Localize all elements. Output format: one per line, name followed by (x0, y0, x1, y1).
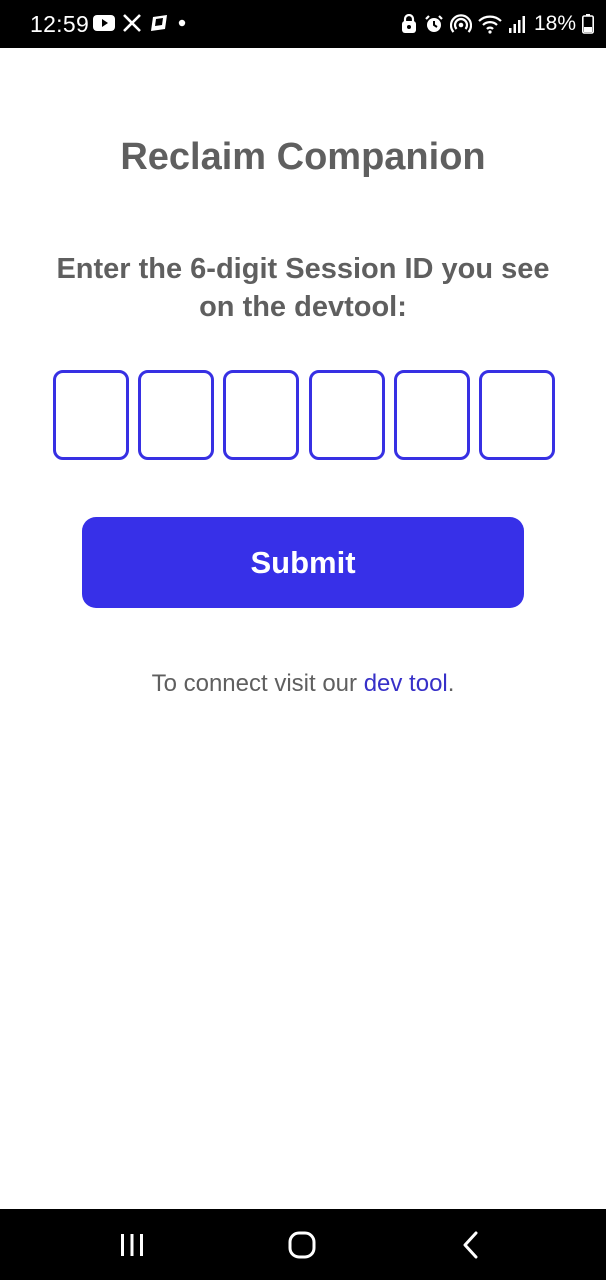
navigation-bar (0, 1209, 606, 1280)
session-id-digit-3[interactable] (223, 370, 299, 460)
session-id-digit-4[interactable] (309, 370, 385, 460)
lock-icon (400, 14, 418, 34)
youtube-icon (93, 15, 115, 31)
status-bar: 12:59 18% (0, 0, 606, 48)
battery-percentage: 18% (533, 12, 576, 35)
submit-button[interactable]: Submit (82, 517, 524, 608)
home-icon (288, 1231, 316, 1259)
signal-icon (508, 14, 526, 34)
app-icon (149, 14, 169, 32)
session-id-digit-1[interactable] (53, 370, 129, 460)
alarm-icon (424, 14, 444, 34)
session-id-digit-5[interactable] (394, 370, 470, 460)
home-button[interactable] (282, 1227, 322, 1263)
page-title: Reclaim Companion (120, 136, 486, 178)
dev-tool-link[interactable]: dev tool (364, 670, 448, 697)
session-id-instructions: Enter the 6-digit Session ID you see on … (56, 253, 550, 323)
session-id-input-group (53, 370, 555, 460)
connect-hint: To connect visit our dev tool. (0, 670, 606, 698)
screen: 12:59 18% Reclaim Companion Enter the 6-… (0, 0, 606, 1280)
status-time: 12:59 (30, 11, 90, 37)
x-icon (123, 14, 141, 32)
recents-button[interactable] (112, 1227, 152, 1263)
status-system-icons: 18% (400, 12, 594, 36)
wifi-icon (478, 14, 502, 34)
connect-hint-suffix: . (447, 670, 455, 697)
connect-hint-prefix: To connect visit our (151, 670, 364, 697)
status-notification-icons (93, 14, 187, 32)
back-button[interactable] (451, 1227, 491, 1263)
session-id-digit-2[interactable] (138, 370, 214, 460)
battery-icon (582, 14, 594, 34)
dot-icon (177, 18, 187, 28)
session-id-digit-6[interactable] (479, 370, 555, 460)
hotspot-icon (449, 14, 472, 34)
back-icon (463, 1231, 478, 1259)
recents-icon (121, 1234, 143, 1256)
